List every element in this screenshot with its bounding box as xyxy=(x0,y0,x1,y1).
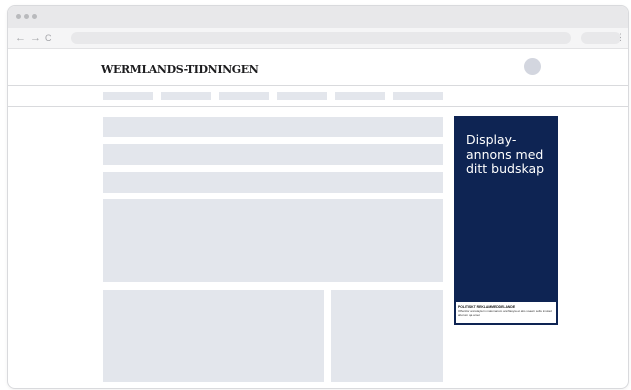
nav-item-placeholder[interactable] xyxy=(103,92,153,100)
title-bar xyxy=(8,6,628,28)
browser-window: ← → C ⋮ WERMLANDS-TIDNINGEN Display-anno… xyxy=(7,5,629,389)
window-maximize-dot[interactable] xyxy=(32,14,37,19)
user-avatar[interactable] xyxy=(524,58,541,75)
window-minimize-dot[interactable] xyxy=(24,14,29,19)
url-field[interactable] xyxy=(71,32,571,44)
nav-item-placeholder[interactable] xyxy=(393,92,443,100)
forward-arrow-icon[interactable]: → xyxy=(30,31,41,45)
reload-icon[interactable]: C xyxy=(45,31,52,45)
content-placeholder-row xyxy=(103,144,443,165)
extensions-area[interactable] xyxy=(581,32,621,44)
content-placeholder-row xyxy=(103,117,443,137)
ad-message: Display-annons med ditt budskap xyxy=(466,132,545,176)
site-navigation xyxy=(8,86,628,107)
nav-item-placeholder[interactable] xyxy=(335,92,385,100)
back-arrow-icon[interactable]: ← xyxy=(15,31,26,45)
site-logo[interactable]: WERMLANDS-TIDNINGEN xyxy=(101,64,259,76)
nav-item-placeholder[interactable] xyxy=(219,92,269,100)
display-ad[interactable]: Display-annons med ditt budskap POLITISK… xyxy=(454,116,558,325)
content-placeholder-card xyxy=(103,290,324,382)
content-placeholder-hero xyxy=(103,199,443,282)
window-close-dot[interactable] xyxy=(16,14,21,19)
site-header: WERMLANDS-TIDNINGEN xyxy=(8,49,628,86)
ad-disclaimer: POLITISKT REKLAMMEDDELANDE Offentlor ann… xyxy=(456,302,556,323)
address-bar: ← → C ⋮ xyxy=(8,28,628,49)
ad-disclaimer-body: Offentlor annslaylern malomarum annflasy… xyxy=(458,309,552,317)
nav-item-placeholder[interactable] xyxy=(277,92,327,100)
nav-item-placeholder[interactable] xyxy=(161,92,211,100)
browser-menu-icon[interactable]: ⋮ xyxy=(616,31,625,43)
content-placeholder-card xyxy=(331,290,443,382)
content-placeholder-row xyxy=(103,172,443,193)
